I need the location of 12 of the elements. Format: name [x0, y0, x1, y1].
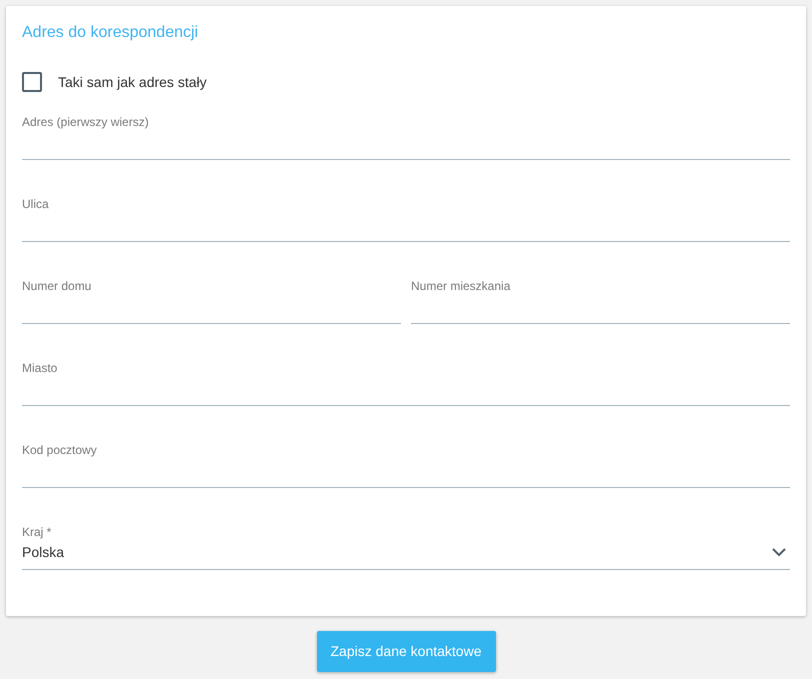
field-label: Miasto: [22, 360, 58, 376]
field-label: Adres (pierwszy wiersz): [22, 114, 149, 130]
checkbox[interactable]: [22, 72, 42, 92]
chevron-down-icon: [772, 548, 786, 557]
checkbox-label[interactable]: Taki sam jak adres stały: [58, 72, 207, 92]
field-label: Kod pocztowy: [22, 442, 97, 458]
field-label: Numer mieszkania: [411, 278, 510, 294]
field-label: Numer domu: [22, 278, 92, 294]
field-label: Kraj *: [22, 524, 52, 540]
country-select[interactable]: Polska: [22, 540, 790, 570]
field-label: Ulica: [22, 196, 49, 212]
section-title: Adres do korespondencji: [22, 23, 200, 43]
